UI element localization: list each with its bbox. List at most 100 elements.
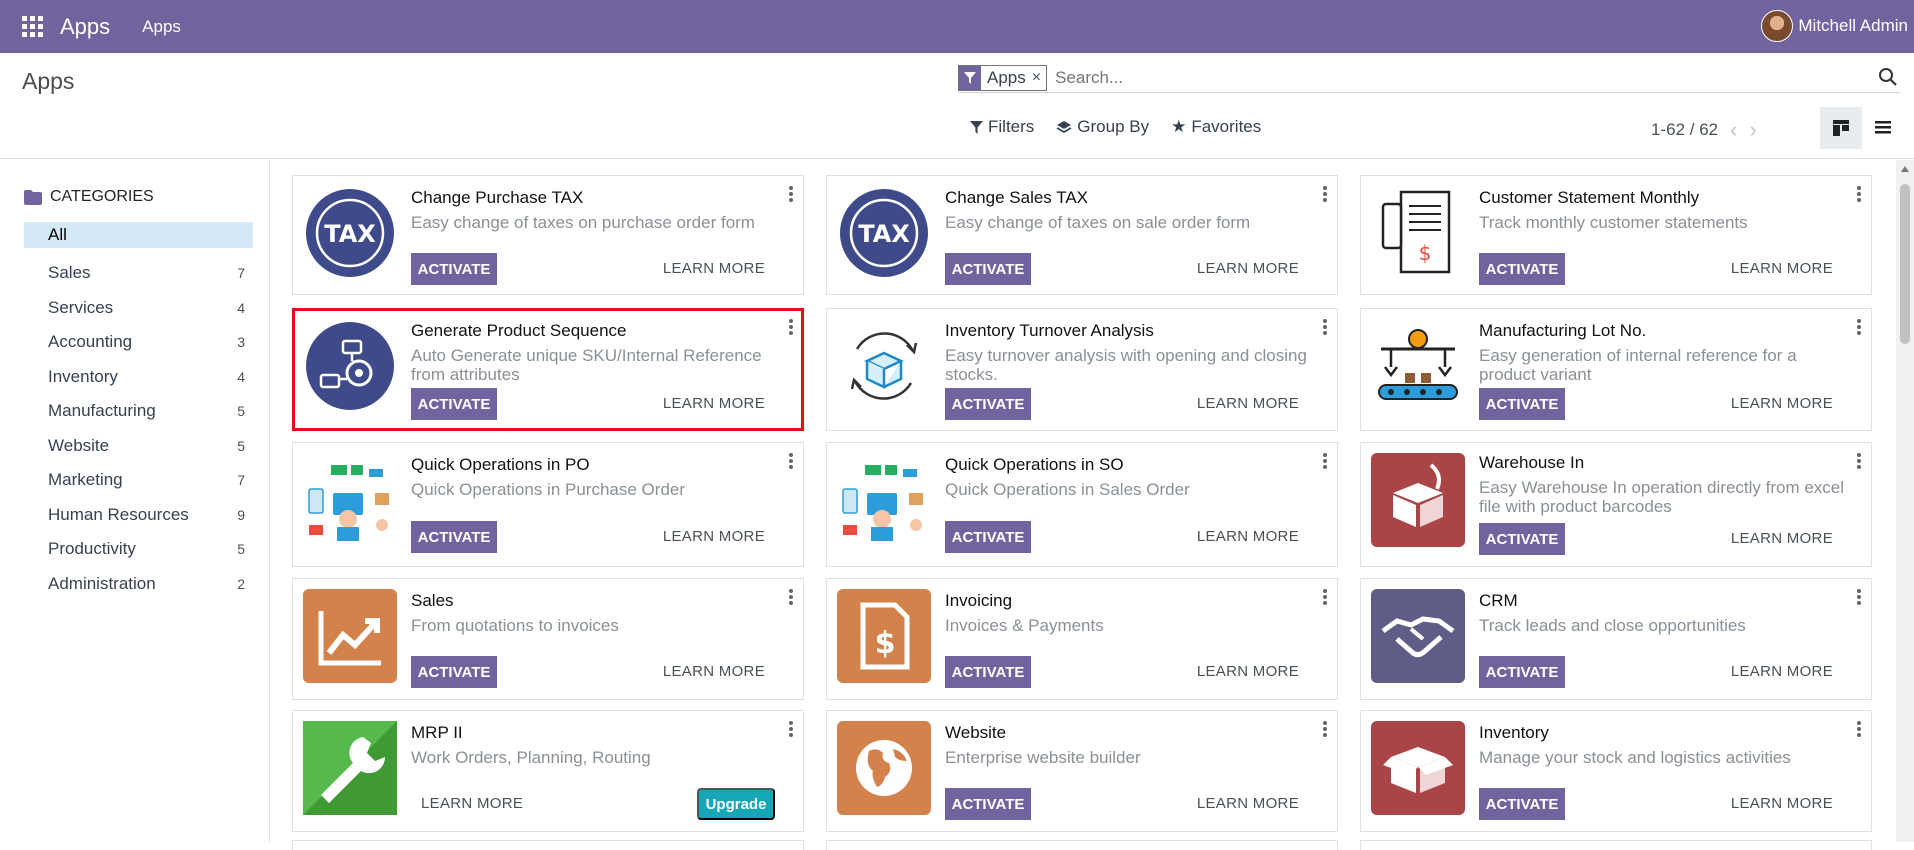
scroll-up-icon[interactable] bbox=[1901, 166, 1909, 172]
learn-more-link[interactable]: LEARN MORE bbox=[1197, 795, 1299, 812]
group-by-button[interactable]: Group By bbox=[1056, 117, 1149, 137]
app-card[interactable]: Warehouse In Easy Warehouse In operation… bbox=[1360, 442, 1872, 567]
pager-next-icon[interactable]: › bbox=[1749, 117, 1756, 143]
kebab-menu-icon[interactable] bbox=[1323, 721, 1327, 737]
favorites-label: Favorites bbox=[1191, 117, 1262, 136]
scroll-thumb[interactable] bbox=[1900, 184, 1910, 344]
activate-button[interactable]: ACTIVATE bbox=[1479, 388, 1565, 420]
app-card[interactable]: Inventory Manage your stock and logistic… bbox=[1360, 710, 1872, 832]
activate-button[interactable]: ACTIVATE bbox=[411, 521, 497, 553]
activate-button[interactable]: ACTIVATE bbox=[945, 788, 1031, 820]
category-item-sales[interactable]: Sales 7 bbox=[24, 256, 253, 291]
learn-more-link[interactable]: LEARN MORE bbox=[663, 663, 765, 680]
learn-more-link[interactable]: LEARN MORE bbox=[421, 795, 523, 812]
kebab-menu-icon[interactable] bbox=[1323, 589, 1327, 605]
app-card[interactable]: $ Invoicing Invoices & Payments ACTIVATE… bbox=[826, 578, 1338, 700]
app-card[interactable]: TAX Change Sales TAX Easy change of taxe… bbox=[826, 175, 1338, 295]
app-title: Generate Product Sequence bbox=[411, 321, 627, 340]
learn-more-link[interactable]: LEARN MORE bbox=[1197, 260, 1299, 277]
kanban-icon bbox=[1833, 120, 1849, 136]
learn-more-link[interactable]: LEARN MORE bbox=[1731, 395, 1833, 412]
search-input[interactable] bbox=[1055, 67, 1836, 88]
upgrade-button[interactable]: Upgrade bbox=[697, 788, 775, 820]
category-item-website[interactable]: Website 5 bbox=[24, 429, 253, 464]
activate-button[interactable]: ACTIVATE bbox=[411, 388, 497, 420]
learn-more-link[interactable]: LEARN MORE bbox=[663, 528, 765, 545]
learn-more-link[interactable]: LEARN MORE bbox=[1731, 795, 1833, 812]
activate-button[interactable]: ACTIVATE bbox=[1479, 788, 1565, 820]
scrollbar[interactable] bbox=[1896, 160, 1914, 842]
kebab-menu-icon[interactable] bbox=[1857, 589, 1861, 605]
search-icon[interactable] bbox=[1878, 67, 1898, 92]
activate-button[interactable]: ACTIVATE bbox=[945, 388, 1031, 420]
activate-button[interactable]: ACTIVATE bbox=[411, 253, 497, 285]
app-card[interactable]: Inventory Turnover Analysis Easy turnove… bbox=[826, 308, 1338, 431]
learn-more-link[interactable]: LEARN MORE bbox=[1731, 663, 1833, 680]
receipt-icon: $ bbox=[1381, 190, 1451, 274]
nav-menu-apps[interactable]: Apps bbox=[142, 17, 181, 37]
learn-more-link[interactable]: LEARN MORE bbox=[663, 260, 765, 277]
facet-remove-icon[interactable]: × bbox=[1032, 69, 1046, 87]
user-menu[interactable]: Mitchell Admin bbox=[1761, 10, 1908, 42]
kebab-menu-icon[interactable] bbox=[1857, 319, 1861, 335]
app-card[interactable]: Sales From quotations to invoices ACTIVA… bbox=[292, 578, 804, 700]
app-card[interactable]: MRP II Work Orders, Planning, Routing LE… bbox=[292, 710, 804, 832]
search-options: Filters Group By ★ Favorites bbox=[970, 117, 1261, 137]
app-card[interactable]: Quick Operations in SO Quick Operations … bbox=[826, 442, 1338, 567]
activate-button[interactable]: ACTIVATE bbox=[1479, 656, 1565, 688]
kebab-menu-icon[interactable] bbox=[789, 453, 793, 469]
nav-brand[interactable]: Apps bbox=[60, 14, 110, 40]
kebab-menu-icon[interactable] bbox=[1857, 721, 1861, 737]
category-item-human-resources[interactable]: Human Resources 9 bbox=[24, 498, 253, 533]
kebab-menu-icon[interactable] bbox=[1323, 319, 1327, 335]
app-card[interactable]: Quick Operations in PO Quick Operations … bbox=[292, 442, 804, 567]
learn-more-link[interactable]: LEARN MORE bbox=[663, 395, 765, 412]
filters-button[interactable]: Filters bbox=[970, 117, 1034, 137]
category-item-inventory[interactable]: Inventory 4 bbox=[24, 360, 253, 395]
kebab-menu-icon[interactable] bbox=[1857, 453, 1861, 469]
category-item-all[interactable]: All bbox=[24, 222, 253, 248]
app-summary: Manage your stock and logistics activiti… bbox=[1479, 748, 1791, 767]
app-title: Quick Operations in SO bbox=[945, 455, 1124, 474]
kebab-menu-icon[interactable] bbox=[789, 721, 793, 737]
app-card[interactable]: CRM Track leads and close opportunities … bbox=[1360, 578, 1872, 700]
app-title: Inventory bbox=[1479, 723, 1549, 742]
list-view-button[interactable] bbox=[1862, 107, 1904, 149]
activate-button[interactable]: ACTIVATE bbox=[1479, 253, 1565, 285]
pager-previous-icon[interactable]: ‹ bbox=[1730, 117, 1737, 143]
category-item-services[interactable]: Services 4 bbox=[24, 291, 253, 326]
view-switcher bbox=[1820, 107, 1904, 149]
app-card[interactable]: Website Enterprise website builder ACTIV… bbox=[826, 710, 1338, 832]
activate-button[interactable]: ACTIVATE bbox=[945, 253, 1031, 285]
learn-more-link[interactable]: LEARN MORE bbox=[1731, 530, 1833, 547]
pager-value[interactable]: 1-62 / 62 bbox=[1651, 120, 1718, 140]
favorites-button[interactable]: ★ Favorites bbox=[1171, 117, 1261, 137]
learn-more-link[interactable]: LEARN MORE bbox=[1197, 663, 1299, 680]
kebab-menu-icon[interactable] bbox=[789, 589, 793, 605]
activate-button[interactable]: ACTIVATE bbox=[1479, 523, 1565, 555]
activate-button[interactable]: ACTIVATE bbox=[945, 656, 1031, 688]
breadcrumb: Apps bbox=[22, 68, 75, 94]
category-item-accounting[interactable]: Accounting 3 bbox=[24, 325, 253, 360]
category-item-administration[interactable]: Administration 2 bbox=[24, 567, 253, 602]
app-card[interactable]: TAX Change Purchase TAX Easy change of t… bbox=[292, 175, 804, 295]
app-card-highlighted[interactable]: Generate Product Sequence Auto Generate … bbox=[292, 308, 804, 431]
app-menu-grid-icon[interactable] bbox=[22, 15, 44, 38]
kebab-menu-icon[interactable] bbox=[1323, 186, 1327, 202]
app-card[interactable]: Manufacturing Lot No. Easy generation of… bbox=[1360, 308, 1872, 431]
svg-text:TAX: TAX bbox=[324, 220, 376, 248]
kebab-menu-icon[interactable] bbox=[789, 186, 793, 202]
activate-button[interactable]: ACTIVATE bbox=[945, 521, 1031, 553]
learn-more-link[interactable]: LEARN MORE bbox=[1197, 395, 1299, 412]
app-card[interactable]: $ Customer Statement Monthly Track month… bbox=[1360, 175, 1872, 295]
kebab-menu-icon[interactable] bbox=[1857, 186, 1861, 202]
kanban-view-button[interactable] bbox=[1820, 107, 1862, 149]
category-item-manufacturing[interactable]: Manufacturing 5 bbox=[24, 394, 253, 429]
activate-button[interactable]: ACTIVATE bbox=[411, 656, 497, 688]
kebab-menu-icon[interactable] bbox=[1323, 453, 1327, 469]
category-item-productivity[interactable]: Productivity 5 bbox=[24, 532, 253, 567]
learn-more-link[interactable]: LEARN MORE bbox=[1731, 260, 1833, 277]
kebab-menu-icon[interactable] bbox=[789, 319, 793, 335]
category-item-marketing[interactable]: Marketing 7 bbox=[24, 463, 253, 498]
learn-more-link[interactable]: LEARN MORE bbox=[1197, 528, 1299, 545]
